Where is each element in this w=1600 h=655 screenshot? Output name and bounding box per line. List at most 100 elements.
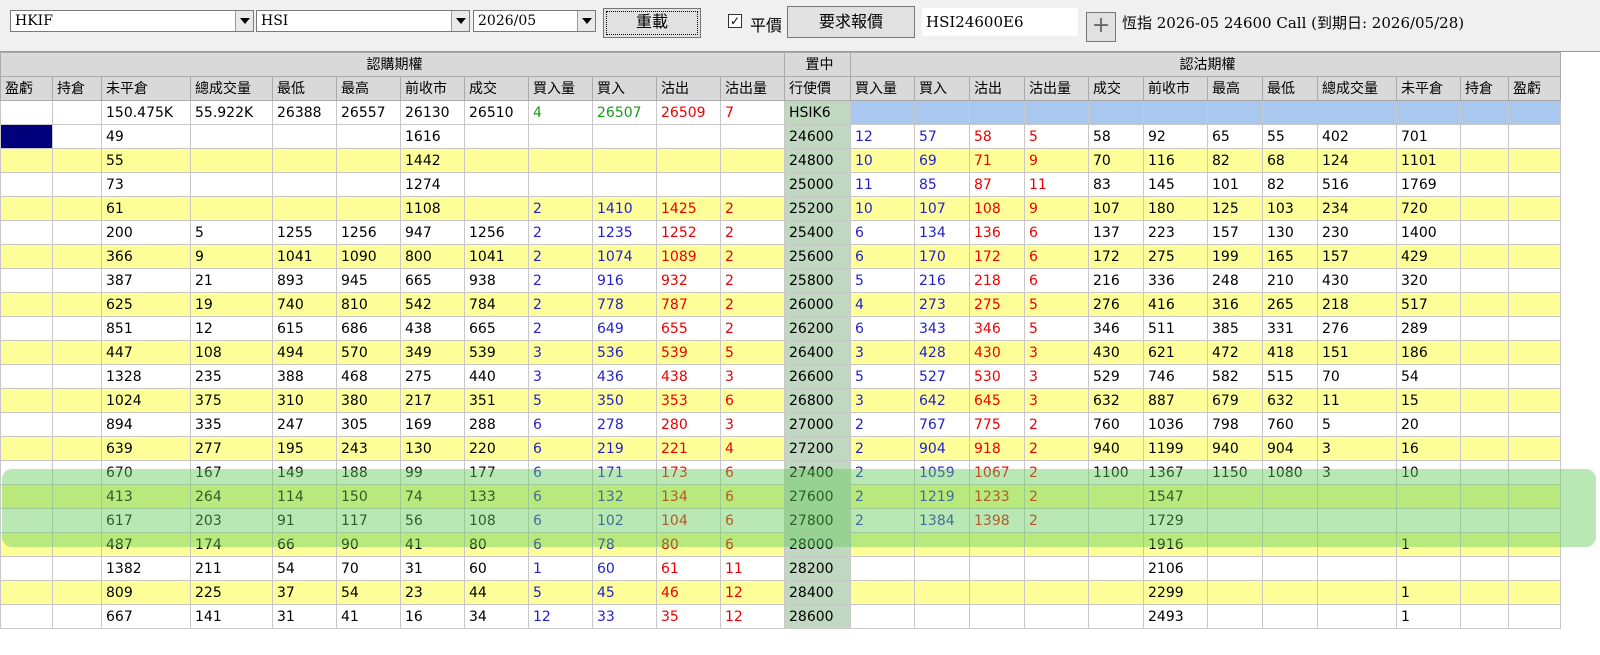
call-cell[interactable] — [0, 388, 53, 413]
call-cell[interactable] — [720, 124, 785, 149]
put-cell[interactable]: 2 — [1024, 484, 1089, 509]
call-cell[interactable] — [190, 148, 273, 173]
call-cell[interactable]: 90 — [336, 532, 401, 557]
call-cell[interactable]: 1024 — [101, 388, 191, 413]
underlying-cell[interactable]: 26130 — [400, 100, 465, 125]
put-cell[interactable] — [1262, 556, 1318, 581]
put-cell[interactable]: 582 — [1207, 364, 1263, 389]
call-column-header[interactable]: 成交 — [464, 76, 529, 101]
call-cell[interactable] — [52, 484, 102, 509]
call-cell[interactable]: 932 — [656, 268, 721, 293]
call-cell[interactable] — [52, 292, 102, 317]
call-cell[interactable] — [0, 604, 53, 629]
put-cell[interactable] — [1460, 196, 1509, 221]
call-cell[interactable]: 220 — [464, 436, 529, 461]
put-cell[interactable] — [1207, 484, 1263, 509]
call-cell[interactable]: 33 — [592, 604, 657, 629]
underlying-cell[interactable]: 26510 — [464, 100, 529, 125]
strike-cell[interactable]: 28600 — [784, 604, 851, 629]
call-cell[interactable]: 388 — [272, 364, 337, 389]
put-cell[interactable]: 20 — [1396, 412, 1461, 437]
call-cell[interactable] — [656, 172, 721, 197]
put-cell[interactable]: 767 — [914, 412, 970, 437]
call-cell[interactable] — [336, 148, 401, 173]
call-cell[interactable]: 570 — [336, 340, 401, 365]
put-cell[interactable]: 186 — [1396, 340, 1461, 365]
call-cell[interactable]: 800 — [400, 244, 465, 269]
call-cell[interactable]: 275 — [400, 364, 465, 389]
call-cell[interactable]: 1328 — [101, 364, 191, 389]
put-cell[interactable]: 1 — [1396, 580, 1461, 605]
table-row[interactable]: 387 21 893 945 665 938 2 916 932 2 25800 5 216 218 6 21… — [0, 268, 1561, 293]
table-row[interactable]: 639 277 195 243 130 220 6 219 221 4 27200 2 904 918 2 9… — [0, 436, 1561, 461]
call-cell[interactable]: 288 — [464, 412, 529, 437]
put-column-header[interactable]: 總成交量 — [1317, 76, 1397, 101]
put-cell[interactable]: 70 — [1317, 364, 1397, 389]
put-cell[interactable] — [1088, 580, 1144, 605]
call-cell[interactable] — [464, 172, 529, 197]
put-cell[interactable] — [1088, 484, 1144, 509]
underlying-row[interactable]: 150.475K 55.922K 26388 26557 26130 26510 4 2650… — [0, 100, 1561, 125]
call-cell[interactable]: 6 — [720, 460, 785, 485]
put-cell[interactable] — [1317, 556, 1397, 581]
put-cell[interactable]: 2106 — [1143, 556, 1208, 581]
call-cell[interactable]: 141 — [190, 604, 273, 629]
put-cell[interactable] — [1460, 580, 1509, 605]
put-cell[interactable]: 65 — [1207, 124, 1263, 149]
reload-button[interactable]: 重載 — [603, 8, 701, 38]
put-cell[interactable]: 1547 — [1143, 484, 1208, 509]
put-cell[interactable]: 218 — [1317, 292, 1397, 317]
table-row[interactable]: 1024 375 310 380 217 351 5 350 353 6 26800 3 642 645 3… — [0, 388, 1561, 413]
put-cell[interactable] — [1317, 532, 1397, 557]
table-row[interactable]: 61 1108 2 1410 1425 2 25200 10 107 108 9 107 180 125 1… — [0, 196, 1561, 221]
call-cell[interactable]: 108 — [464, 508, 529, 533]
put-cell[interactable]: 1199 — [1143, 436, 1208, 461]
strike-cell[interactable]: 26400 — [784, 340, 851, 365]
strike-cell[interactable]: 26000 — [784, 292, 851, 317]
call-cell[interactable] — [190, 124, 273, 149]
call-cell[interactable]: 211 — [190, 556, 273, 581]
put-cell[interactable]: 234 — [1317, 196, 1397, 221]
call-cell[interactable] — [52, 268, 102, 293]
call-cell[interactable]: 1256 — [464, 220, 529, 245]
put-cell[interactable] — [1317, 604, 1397, 629]
strike-cell[interactable]: 25800 — [784, 268, 851, 293]
call-cell[interactable] — [52, 436, 102, 461]
put-cell[interactable]: 746 — [1143, 364, 1208, 389]
call-cell[interactable] — [272, 148, 337, 173]
call-cell[interactable]: 167 — [190, 460, 273, 485]
call-cell[interactable]: 12 — [190, 316, 273, 341]
underlying-code-cell[interactable]: HSIK6 — [784, 100, 851, 125]
table-row[interactable]: 447 108 494 570 349 539 3 536 539 5 26400 3 428 430 3 4… — [0, 340, 1561, 365]
call-cell[interactable] — [464, 196, 529, 221]
call-cell[interactable]: 1089 — [656, 244, 721, 269]
put-cell[interactable] — [1508, 436, 1561, 461]
call-cell[interactable]: 2 — [720, 244, 785, 269]
call-cell[interactable]: 108 — [190, 340, 273, 365]
put-cell[interactable]: 218 — [969, 268, 1025, 293]
call-cell[interactable]: 16 — [400, 604, 465, 629]
put-cell[interactable]: 346 — [969, 316, 1025, 341]
put-cell[interactable]: 10 — [850, 196, 915, 221]
call-cell[interactable] — [0, 580, 53, 605]
call-cell[interactable]: 615 — [272, 316, 337, 341]
call-cell[interactable] — [0, 436, 53, 461]
put-cell[interactable]: 1059 — [914, 460, 970, 485]
call-cell[interactable]: 351 — [464, 388, 529, 413]
call-cell[interactable]: 80 — [464, 532, 529, 557]
put-cell[interactable]: 248 — [1207, 268, 1263, 293]
put-cell[interactable]: 621 — [1143, 340, 1208, 365]
put-cell[interactable]: 2 — [850, 508, 915, 533]
chevron-down-icon[interactable] — [451, 11, 469, 31]
call-cell[interactable]: 1442 — [400, 148, 465, 173]
strike-cell[interactable]: 24800 — [784, 148, 851, 173]
call-cell[interactable]: 41 — [336, 604, 401, 629]
put-cell[interactable] — [1508, 124, 1561, 149]
put-cell[interactable] — [1088, 604, 1144, 629]
call-cell[interactable] — [0, 460, 53, 485]
call-cell[interactable]: 217 — [400, 388, 465, 413]
put-cell[interactable]: 2 — [1024, 436, 1089, 461]
put-cell[interactable]: 82 — [1207, 148, 1263, 173]
put-cell[interactable]: 145 — [1143, 172, 1208, 197]
put-cell[interactable]: 1100 — [1088, 460, 1144, 485]
